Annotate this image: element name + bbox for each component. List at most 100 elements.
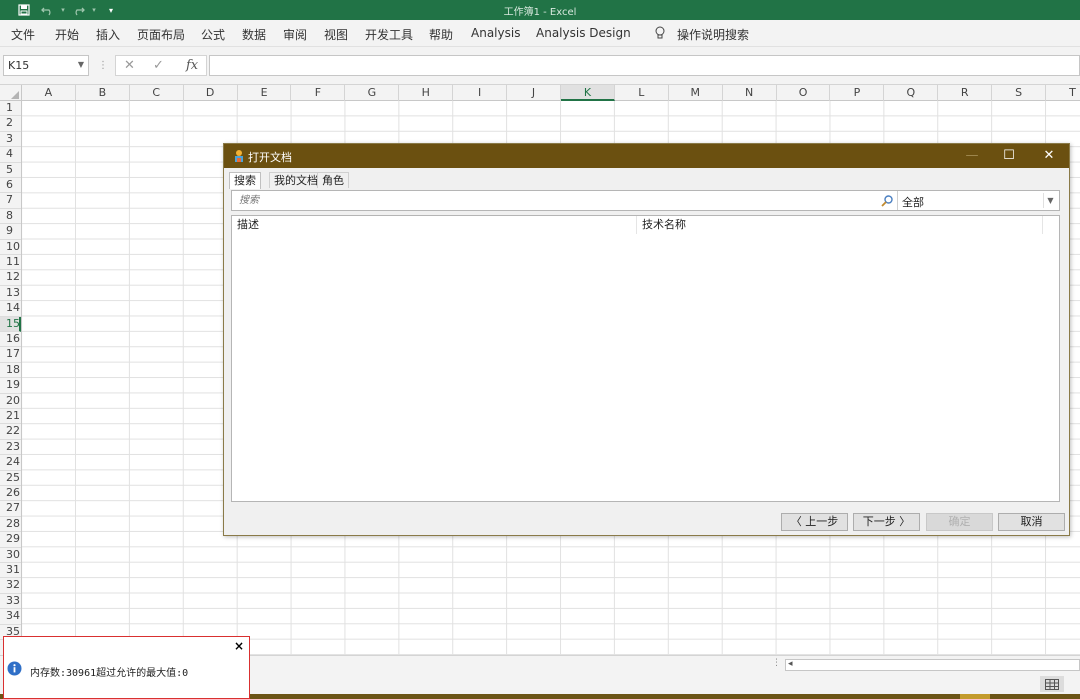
row-header-2[interactable]: 2 xyxy=(0,116,21,132)
column-header-t[interactable]: T xyxy=(1046,85,1080,101)
row-header-4[interactable]: 4 xyxy=(0,147,21,163)
row-header-3[interactable]: 3 xyxy=(0,132,21,148)
tab-roles[interactable]: 角色 xyxy=(317,172,349,188)
close-icon[interactable]: ✕ xyxy=(1039,146,1059,166)
row-header-9[interactable]: 9 xyxy=(0,224,21,240)
tab-my-documents[interactable]: 我的文档 xyxy=(269,172,323,188)
cancel-entry-icon[interactable]: ✕ xyxy=(124,58,135,73)
toast-message: 内存数:30961超过允许的最大值:0 xyxy=(30,668,189,679)
search-input[interactable] xyxy=(233,192,875,209)
row-header-31[interactable]: 31 xyxy=(0,563,21,579)
row-header-8[interactable]: 8 xyxy=(0,209,21,225)
row-header-12[interactable]: 12 xyxy=(0,270,21,286)
column-header-s[interactable]: S xyxy=(992,85,1047,101)
row-header-16[interactable]: 16 xyxy=(0,332,21,348)
row-header-17[interactable]: 17 xyxy=(0,347,21,363)
row-header-20[interactable]: 20 xyxy=(0,394,21,409)
name-box[interactable]: K15 ▼ xyxy=(3,55,89,76)
column-header-h[interactable]: H xyxy=(399,85,454,101)
column-header-o[interactable]: O xyxy=(777,85,831,101)
tab-help[interactable]: 帮助 xyxy=(429,26,453,43)
row-header-30[interactable]: 30 xyxy=(0,548,21,563)
row-header-14[interactable]: 14 xyxy=(0,301,21,317)
row-header-29[interactable]: 29 xyxy=(0,532,21,548)
row-header-18[interactable]: 18 xyxy=(0,363,21,379)
tab-search[interactable]: 搜索 xyxy=(229,172,261,189)
chevron-down-icon[interactable]: ▼ xyxy=(78,60,84,69)
select-all-corner[interactable] xyxy=(0,85,22,101)
scroll-left-icon[interactable]: ◂ xyxy=(788,659,793,669)
column-header-f[interactable]: F xyxy=(292,85,346,101)
column-header-p[interactable]: P xyxy=(831,85,885,101)
maximize-icon[interactable]: ☐ xyxy=(999,146,1019,166)
formula-input[interactable] xyxy=(209,55,1080,76)
ok-button[interactable]: 确定 xyxy=(926,513,993,531)
column-header-j[interactable]: J xyxy=(507,85,561,101)
row-header-21[interactable]: 21 xyxy=(0,409,21,425)
row-header-34[interactable]: 34 xyxy=(0,609,21,625)
column-header-a[interactable]: A xyxy=(22,85,76,101)
document-list[interactable]: 描述 技术名称 xyxy=(231,215,1060,502)
tab-review[interactable]: 审阅 xyxy=(283,26,307,43)
tab-page-layout[interactable]: 页面布局 xyxy=(137,26,185,43)
tab-analysis-design[interactable]: Analysis Design xyxy=(536,26,631,40)
horizontal-scrollbar[interactable]: ◂ xyxy=(785,659,1080,671)
row-header-24[interactable]: 24 xyxy=(0,455,21,471)
row-header-32[interactable]: 32 xyxy=(0,578,21,594)
column-header-technical-name[interactable]: 技术名称 xyxy=(637,216,1043,234)
tab-developer[interactable]: 开发工具 xyxy=(365,26,413,43)
column-header-e[interactable]: E xyxy=(238,85,292,101)
column-header-l[interactable]: L xyxy=(615,85,669,101)
row-header-28[interactable]: 28 xyxy=(0,517,21,533)
row-header-11[interactable]: 11 xyxy=(0,255,21,271)
tell-me-search[interactable]: 操作说明搜索 xyxy=(677,26,749,43)
column-header-n[interactable]: N xyxy=(723,85,777,101)
confirm-entry-icon[interactable]: ✓ xyxy=(153,58,164,73)
row-header-1[interactable]: 1 xyxy=(0,101,21,117)
row-header-23[interactable]: 23 xyxy=(0,440,21,456)
column-header-description[interactable]: 描述 xyxy=(232,216,637,234)
row-header-7[interactable]: 7 xyxy=(0,193,21,209)
column-header-g[interactable]: G xyxy=(345,85,400,101)
column-header-i[interactable]: I xyxy=(453,85,508,101)
previous-button[interactable]: 〈 上一步 xyxy=(781,513,848,531)
cancel-button[interactable]: 取消 xyxy=(998,513,1065,531)
tab-analysis[interactable]: Analysis xyxy=(471,26,520,40)
tab-view[interactable]: 视图 xyxy=(324,26,348,43)
chevron-down-icon[interactable]: ▼ xyxy=(1043,193,1057,208)
row-header-5[interactable]: 5 xyxy=(0,163,21,178)
tab-formulas[interactable]: 公式 xyxy=(201,26,225,43)
row-header-10[interactable]: 10 xyxy=(0,240,21,255)
row-header-27[interactable]: 27 xyxy=(0,501,21,517)
column-header-b[interactable]: B xyxy=(76,85,130,101)
filter-select[interactable]: 全部 ▼ xyxy=(897,191,1060,210)
column-header-c[interactable]: C xyxy=(130,85,184,101)
row-header-19[interactable]: 19 xyxy=(0,378,21,394)
close-icon[interactable]: × xyxy=(234,639,244,653)
minimize-icon[interactable]: — xyxy=(962,146,982,166)
next-button[interactable]: 下一步 〉 xyxy=(853,513,920,531)
tab-home[interactable]: 开始 xyxy=(55,26,79,43)
dialog-title-bar[interactable]: 打开文档 — ☐ ✕ xyxy=(224,144,1069,168)
search-icon[interactable] xyxy=(880,194,894,208)
column-header-k[interactable]: K xyxy=(561,85,615,101)
row-header-15[interactable]: 15 xyxy=(0,316,21,332)
tab-insert[interactable]: 插入 xyxy=(96,26,120,43)
splitter-handle[interactable]: ⋮ xyxy=(772,658,781,668)
insert-function-icon[interactable]: fx xyxy=(186,58,198,73)
column-header-d[interactable]: D xyxy=(184,85,238,101)
row-header-22[interactable]: 22 xyxy=(0,424,21,440)
row-header-33[interactable]: 33 xyxy=(0,594,21,610)
lightbulb-icon[interactable] xyxy=(654,26,666,40)
row-header-26[interactable]: 26 xyxy=(0,486,21,502)
column-header-m[interactable]: M xyxy=(669,85,723,101)
row-header-25[interactable]: 25 xyxy=(0,471,21,486)
row-header-6[interactable]: 6 xyxy=(0,178,21,194)
tab-file[interactable]: 文件 xyxy=(11,26,35,43)
row-header-13[interactable]: 13 xyxy=(0,286,21,302)
column-header-r[interactable]: R xyxy=(938,85,993,101)
column-header-q[interactable]: Q xyxy=(884,85,939,101)
normal-view-icon[interactable] xyxy=(1040,676,1064,692)
dialog-title: 打开文档 xyxy=(248,151,292,164)
tab-data[interactable]: 数据 xyxy=(242,26,266,43)
